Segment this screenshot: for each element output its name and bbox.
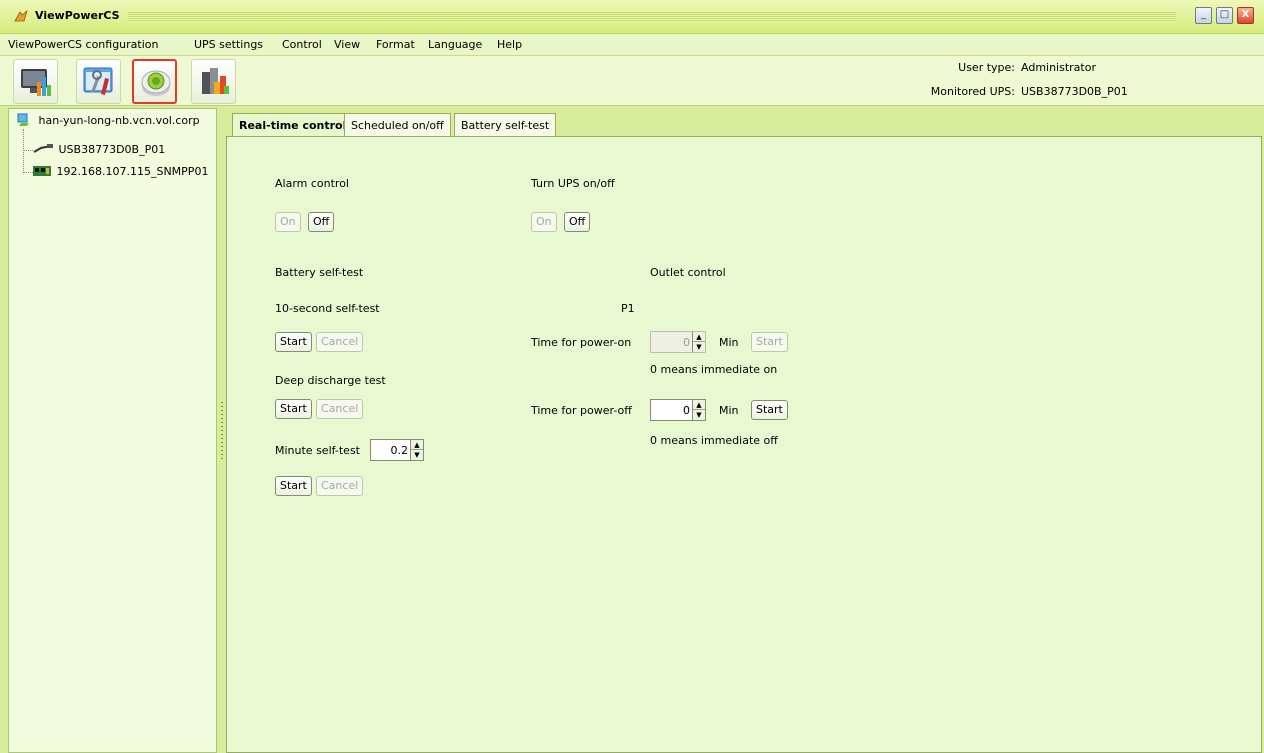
spinner-arrows[interactable]: ▲ ▼ [692,332,705,352]
configuration-button[interactable] [76,59,121,104]
outlet-p1-label: P1 [621,302,635,315]
ups-off-button[interactable]: Off [564,212,591,232]
tab-real-time-control[interactable]: Real-time control [232,113,354,138]
power-off-time-label: Time for power-off [531,404,632,417]
ups-on-button[interactable]: On [531,212,557,232]
power-on-start-button[interactable]: Start [751,332,788,352]
splitter-grip[interactable] [221,402,223,462]
minute-self-test-value: 0.2 [390,444,409,457]
monitor-chart-icon [21,69,51,96]
outlet-control-title: Outlet control [650,266,726,279]
menu-bar: ViewPowerCS configuration UPS settings C… [0,34,1264,56]
menu-ups-settings[interactable]: UPS settings [194,38,263,51]
device-tree: han-yun-long-nb.vcn.vol.corp USB38773D0B… [8,108,217,753]
maximize-button[interactable]: □ [1216,7,1233,24]
menu-viewpowercs-configuration[interactable]: ViewPowerCS configuration [8,38,159,51]
deep-discharge-label: Deep discharge test [275,374,386,387]
monitored-ups-label: Monitored UPS: [930,85,1015,98]
alarm-off-button[interactable]: Off [308,212,335,232]
spinner-up-icon[interactable]: ▲ [411,440,423,450]
real-time-control-panel: Alarm control On Off Turn UPS on/off On … [226,136,1262,753]
power-on-time-label: Time for power-on [531,336,632,349]
power-off-unit: Min [719,404,739,417]
ten-second-test-label: 10-second self-test [275,302,380,315]
minute-cancel-button[interactable]: Cancel [316,476,364,496]
user-type-label: User type: [958,61,1015,74]
spinner-up-icon[interactable]: ▲ [693,400,705,410]
tree-node-snmp-label: 192.168.107.115_SNMPP01 [56,165,209,178]
computer-icon [17,113,29,126]
deep-discharge-cancel-button[interactable]: Cancel [316,399,364,419]
minute-self-test-spinner[interactable]: 0.2 ▲ ▼ [370,439,424,461]
title-bar-stripes [128,11,1176,22]
menu-control[interactable]: Control [282,38,322,51]
tree-connector [23,172,33,173]
close-button[interactable]: X [1237,7,1254,24]
control-button-icon [141,70,171,96]
usb-cable-icon [33,144,53,153]
menu-view[interactable]: View [334,38,360,51]
power-off-time-spinner[interactable]: 0 ▲ ▼ [650,399,706,421]
title-bar[interactable]: ViewPowerCS _ □ X [0,0,1264,34]
toolbar: User type: Administrator Monitored UPS: … [0,56,1264,106]
spinner-up-icon[interactable]: ▲ [693,332,705,342]
power-on-note: 0 means immediate on [650,363,778,376]
tools-icon [83,67,113,95]
spinner-down-icon[interactable]: ▼ [411,450,423,460]
ten-second-start-button[interactable]: Start [275,332,312,352]
tree-node-snmp[interactable]: 192.168.107.115_SNMPP01 [33,165,208,178]
control-button[interactable] [132,59,177,104]
tab-battery-self-test[interactable]: Battery self-test [454,113,557,137]
tab-scheduled-on-off[interactable]: Scheduled on/off [344,113,451,137]
spinner-down-icon[interactable]: ▼ [693,410,705,420]
tree-node-host-label: han-yun-long-nb.vcn.vol.corp [38,114,200,127]
power-off-note: 0 means immediate off [650,434,778,447]
user-type-value: Administrator [1021,61,1096,74]
data-chart-icon [202,68,229,94]
tree-node-usb-label: USB38773D0B_P01 [58,143,166,156]
minimize-button[interactable]: _ [1195,7,1212,24]
spinner-down-icon[interactable]: ▼ [693,342,705,352]
menu-language[interactable]: Language [428,38,482,51]
alarm-on-button[interactable]: On [275,212,301,232]
spinner-arrows[interactable]: ▲ ▼ [692,400,705,420]
tree-connector [23,150,33,151]
menu-format[interactable]: Format [376,38,415,51]
power-on-unit: Min [719,336,739,349]
network-card-icon [33,166,51,176]
data-log-button[interactable] [191,59,236,104]
tree-node-host[interactable]: han-yun-long-nb.vcn.vol.corp [17,113,200,127]
app-icon [14,9,28,22]
minute-start-button[interactable]: Start [275,476,312,496]
deep-discharge-start-button[interactable]: Start [275,399,312,419]
window-title: ViewPowerCS [35,9,120,22]
power-off-start-button[interactable]: Start [751,400,788,420]
tree-node-usb[interactable]: USB38773D0B_P01 [33,143,165,156]
tree-connector [23,129,24,173]
alarm-control-title: Alarm control [275,177,349,190]
monitor-button[interactable] [13,59,58,104]
power-on-time-value: 0 [683,336,690,349]
battery-self-test-title: Battery self-test [275,266,364,279]
ten-second-cancel-button[interactable]: Cancel [316,332,364,352]
power-off-time-value: 0 [683,404,690,417]
menu-help[interactable]: Help [497,38,522,51]
spinner-arrows[interactable]: ▲ ▼ [410,440,423,460]
power-on-time-spinner[interactable]: 0 ▲ ▼ [650,331,706,353]
monitored-ups-value: USB38773D0B_P01 [1021,85,1128,98]
minute-self-test-label: Minute self-test [275,444,360,457]
turn-ups-title: Turn UPS on/off [531,177,615,190]
